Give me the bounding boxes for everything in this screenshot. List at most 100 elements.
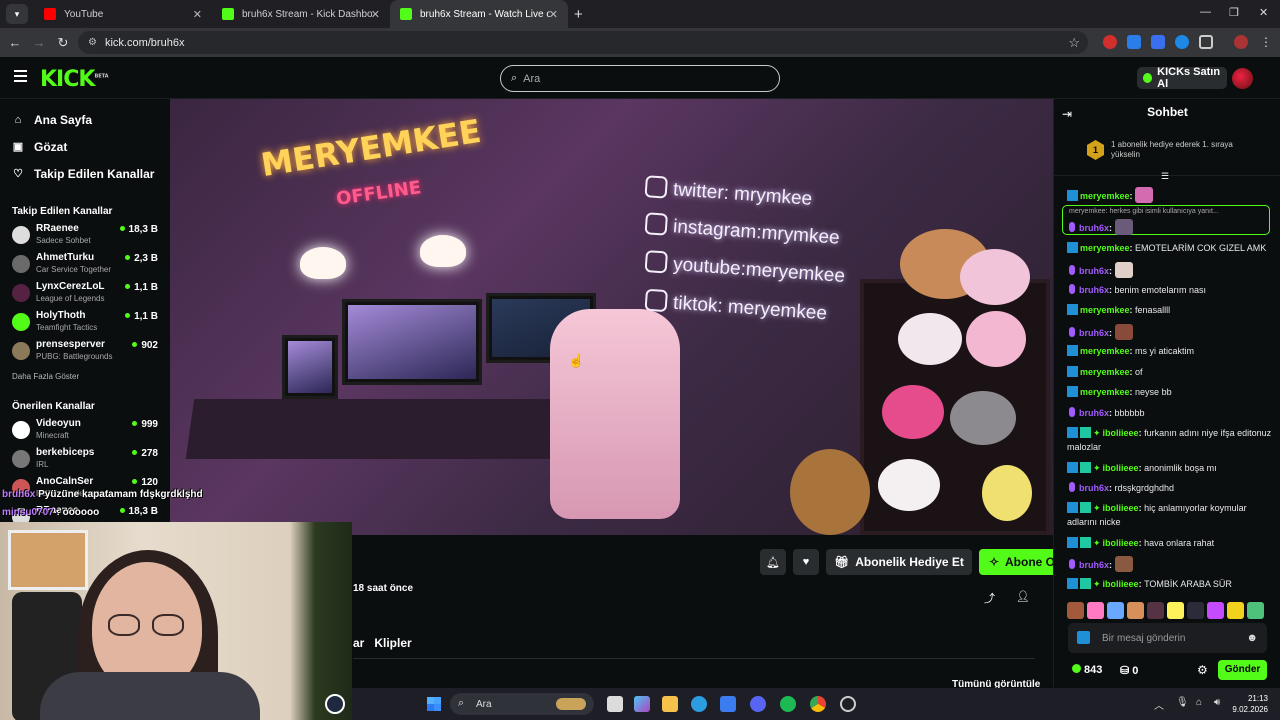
chat-username[interactable]: bruh6x <box>1079 408 1109 418</box>
extension-icon[interactable] <box>1151 35 1165 49</box>
chat-username[interactable]: bruh6x <box>1079 328 1109 338</box>
copilot-icon[interactable] <box>634 696 650 712</box>
notification-bell-button[interactable]: 🔔︎ <box>760 549 786 575</box>
chat-username[interactable]: iboliieee <box>1103 463 1139 473</box>
chat-username[interactable]: meryemkee <box>1080 191 1130 201</box>
gift-sub-button[interactable]: 🎁︎ Abonelik Hediye Et <box>826 549 972 575</box>
kicks-balance[interactable]: 843 <box>1072 664 1102 676</box>
emote[interactable] <box>1167 602 1184 619</box>
extension-icon[interactable] <box>1175 35 1189 49</box>
restore-icon[interactable]: ❐ <box>1229 6 1239 19</box>
emote[interactable] <box>1127 602 1144 619</box>
chat-username[interactable]: bruh6x <box>1079 560 1109 570</box>
site-info-icon[interactable]: ⚙ <box>88 37 97 48</box>
tab-partial[interactable]: ar <box>353 636 364 650</box>
nav-browse[interactable]: ▣ Gözat <box>0 133 170 160</box>
followed-channel[interactable]: RRaenee Sadece Sohbet 18,3 B <box>0 221 170 250</box>
close-tab-icon[interactable]: ✕ <box>193 8 202 21</box>
close-window-icon[interactable]: ✕ <box>1259 6 1268 19</box>
follow-heart-button[interactable]: ♥ <box>793 549 819 575</box>
bookmark-star-icon[interactable]: ☆ <box>1068 35 1080 51</box>
gift-count[interactable]: ⛁ 0 <box>1120 664 1138 677</box>
kick-logo[interactable]: KICKBETA <box>40 67 109 92</box>
chat-username[interactable]: iboliieee <box>1103 503 1139 513</box>
volume-icon[interactable]: 🔊︎ <box>1214 697 1220 708</box>
followed-channel[interactable]: HolyThoth Teamfight Tactics 1,1 B <box>0 308 170 337</box>
recommended-channel[interactable]: Videoyun Minecraft 999 <box>0 416 170 445</box>
edge-icon[interactable] <box>691 696 707 712</box>
buy-kicks-button[interactable]: KICKs Satın Al <box>1137 66 1227 90</box>
chrome-icon[interactable] <box>810 696 826 712</box>
tray-chevron-icon[interactable]: ︿ <box>1154 697 1164 712</box>
discord-icon[interactable] <box>750 696 766 712</box>
spotify-icon[interactable] <box>780 696 796 712</box>
emote[interactable] <box>1207 602 1224 619</box>
send-button[interactable]: Gönder <box>1218 660 1267 680</box>
chat-username[interactable]: iboliieee <box>1103 579 1139 589</box>
emote[interactable] <box>1247 602 1264 619</box>
emote[interactable] <box>1107 602 1124 619</box>
file-explorer-icon[interactable] <box>662 696 678 712</box>
new-tab-icon[interactable]: + <box>574 6 583 23</box>
chat-username[interactable]: bruh6x <box>1079 266 1109 276</box>
taskbar-clock[interactable]: 21:13 9.02.2026 <box>1232 693 1268 715</box>
network-icon[interactable]: ⌂ <box>1196 697 1202 708</box>
extension-icon[interactable] <box>1103 35 1117 49</box>
back-icon[interactable]: ← <box>3 35 27 50</box>
close-tab-icon[interactable]: ✕ <box>549 8 558 21</box>
minimize-icon[interactable]: — <box>1200 6 1211 18</box>
chat-username[interactable]: meryemkee <box>1080 243 1130 253</box>
emote[interactable] <box>1227 602 1244 619</box>
nav-home[interactable]: ⌂ Ana Sayfa <box>0 106 170 133</box>
tab-search-icon[interactable]: ▾ <box>6 4 28 24</box>
windows-start-icon[interactable] <box>427 697 441 711</box>
extension-icon[interactable] <box>1127 35 1141 49</box>
tab-clips[interactable]: Klipler <box>374 636 411 650</box>
followed-channel[interactable]: AhmetTurku Car Service Together 2,3 B <box>0 250 170 279</box>
emote[interactable] <box>1087 602 1104 619</box>
task-view-icon[interactable] <box>607 696 623 712</box>
close-tab-icon[interactable]: ✕ <box>371 8 380 21</box>
hamburger-menu-icon[interactable] <box>14 70 27 82</box>
followed-channel[interactable]: LynxCerezLoL League of Legends 1,1 B <box>0 279 170 308</box>
browser-tab-stream[interactable]: bruh6x Stream - Watch Live on ✕ <box>390 0 568 28</box>
chat-username[interactable]: iboliieee <box>1103 538 1139 548</box>
chat-username[interactable]: meryemkee <box>1080 305 1130 315</box>
chat-username[interactable]: bruh6x <box>1079 285 1109 295</box>
browser-tab-youtube[interactable]: YouTube ✕ <box>34 0 212 28</box>
chat-username[interactable]: iboliieee <box>1103 428 1139 438</box>
obs-taskbar-icon[interactable] <box>840 696 856 712</box>
recommended-channel[interactable]: berkebiceps IRL 278 <box>0 445 170 474</box>
search-input[interactable]: ⌕ Ara <box>500 65 780 92</box>
show-more-link[interactable]: Daha Fazla Göster <box>0 366 170 386</box>
user-avatar[interactable] <box>1232 68 1253 89</box>
emoji-icon[interactable]: ☻ <box>1246 632 1258 644</box>
microphone-icon[interactable]: 🎙︎ <box>1176 697 1189 708</box>
chat-username[interactable]: meryemkee <box>1080 367 1130 377</box>
taskbar-search[interactable]: ⌕ Ara <box>450 693 594 715</box>
followed-channel[interactable]: prensesperver PUBG: Battlegrounds 902 <box>0 337 170 366</box>
emote[interactable] <box>1067 602 1084 619</box>
chat-message-input[interactable]: Bir mesaj gönderin ☻ <box>1068 623 1267 653</box>
extensions-puzzle-icon[interactable] <box>1199 35 1213 49</box>
emote[interactable] <box>1147 602 1164 619</box>
nav-following[interactable]: ♡ Takip Edilen Kanallar <box>0 160 170 187</box>
video-player[interactable]: MERYEMKEE OFFLINE twitter: mrymkee insta… <box>170 99 1053 535</box>
chat-username[interactable]: meryemkee <box>1080 387 1130 397</box>
chat-settings-gear-icon[interactable]: ⚙ <box>1197 663 1208 677</box>
user-icon[interactable]: 👤︎ <box>1016 590 1030 603</box>
gift-leaderboard-banner[interactable]: 1 1 abonelik hediye ederek 1. sıraya yük… <box>1054 126 1280 176</box>
chat-filter-icon[interactable]: ☰ <box>1161 171 1169 182</box>
address-bar[interactable]: ⚙ kick.com/bruh6x ☆ <box>78 31 1088 54</box>
browser-menu-icon[interactable]: ⋮ <box>1260 35 1274 49</box>
forward-icon[interactable]: → <box>27 35 51 50</box>
store-icon[interactable] <box>720 696 736 712</box>
emote[interactable] <box>1187 602 1204 619</box>
chat-username[interactable]: meryemkee <box>1080 346 1130 356</box>
browser-tab-dashboard[interactable]: bruh6x Stream - Kick Dashboard ✕ <box>212 0 390 28</box>
chat-username[interactable]: bruh6x <box>1079 223 1109 233</box>
chat-username[interactable]: bruh6x <box>1079 483 1109 493</box>
profile-avatar[interactable] <box>1234 35 1248 49</box>
share-icon[interactable]: ⤴ <box>984 590 995 606</box>
reload-icon[interactable]: ↻ <box>51 35 75 51</box>
